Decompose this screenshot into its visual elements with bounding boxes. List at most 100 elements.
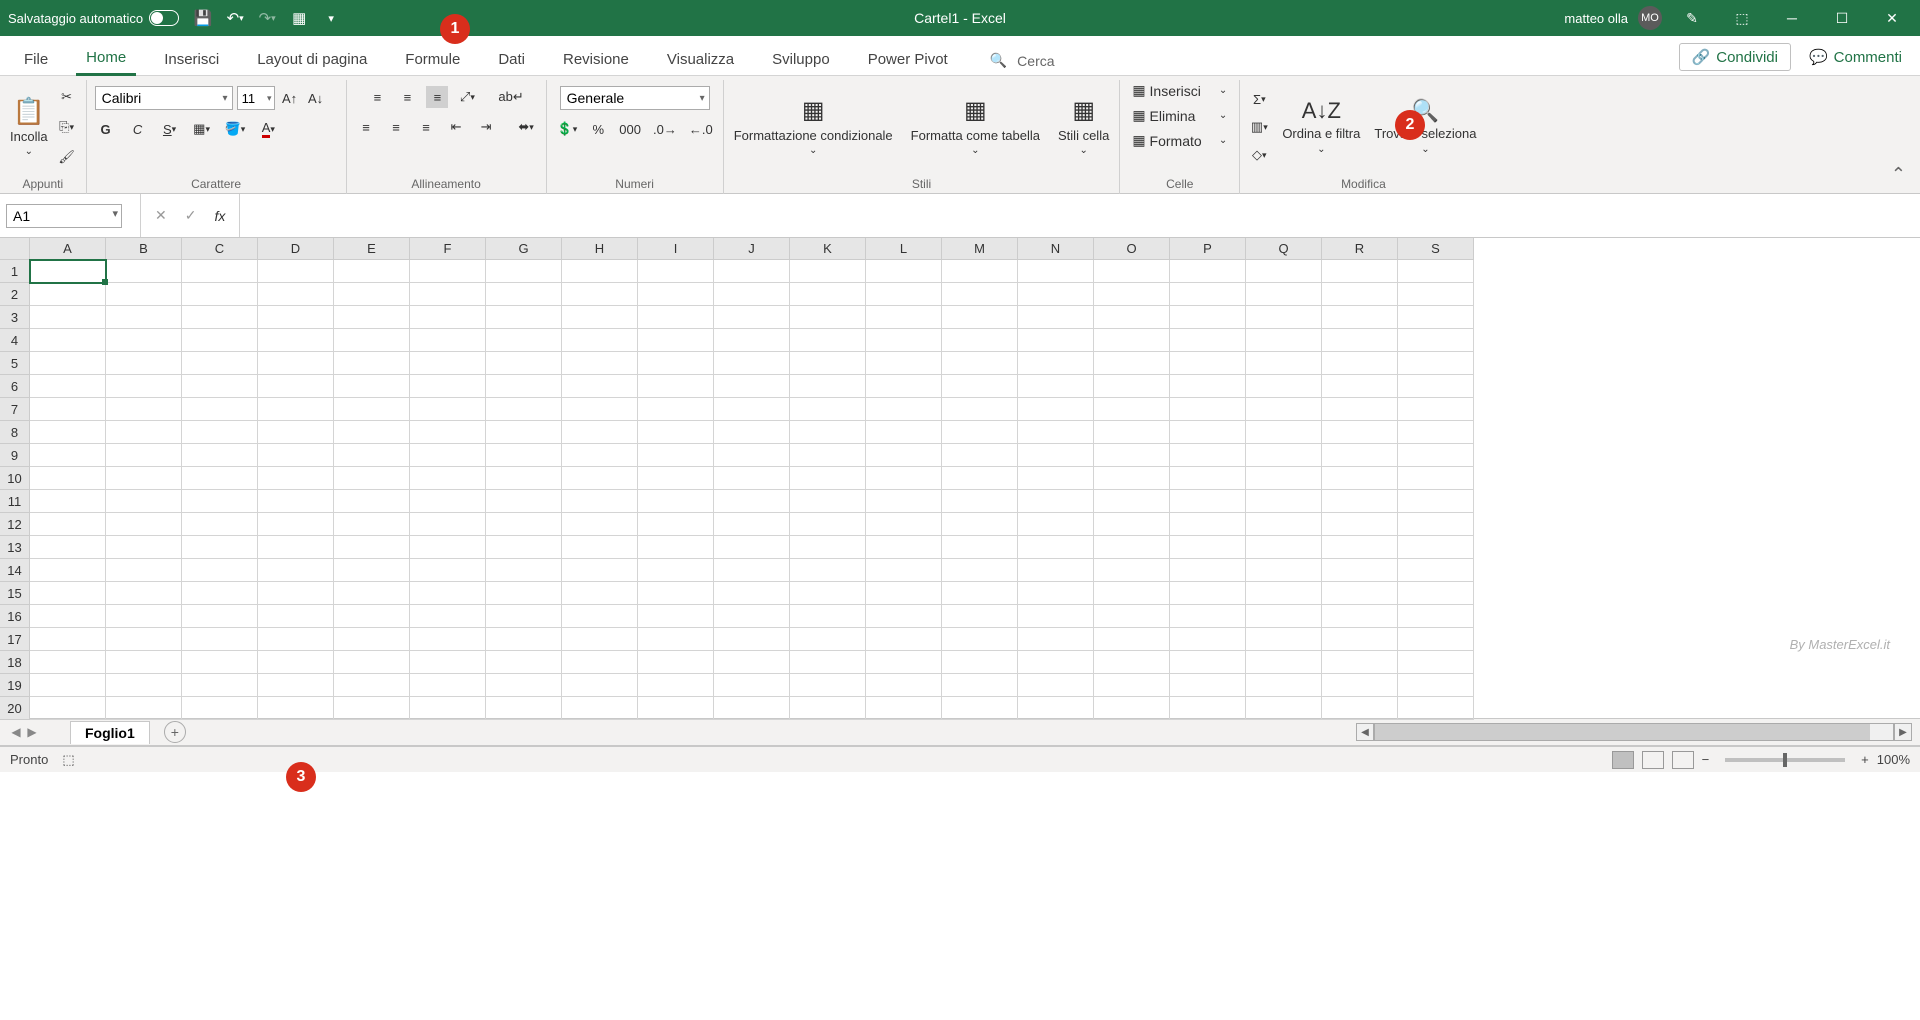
cell[interactable] (638, 651, 714, 674)
cell[interactable] (410, 467, 486, 490)
align-center-icon[interactable]: ≡ (385, 116, 407, 138)
cell[interactable] (30, 490, 106, 513)
cell[interactable] (334, 536, 410, 559)
qat-customize-icon[interactable]: ▾ (321, 8, 341, 28)
column-header[interactable]: Q (1246, 238, 1322, 260)
cell[interactable] (1170, 536, 1246, 559)
column-header[interactable]: E (334, 238, 410, 260)
cell[interactable] (486, 329, 562, 352)
cell[interactable] (1246, 513, 1322, 536)
cell[interactable] (638, 421, 714, 444)
cell[interactable] (182, 674, 258, 697)
cell[interactable] (562, 536, 638, 559)
cell[interactable] (410, 352, 486, 375)
cell[interactable] (1170, 582, 1246, 605)
decrease-indent-icon[interactable]: ⇤ (445, 116, 467, 138)
row-header[interactable]: 5 (0, 352, 30, 375)
cell[interactable] (410, 260, 486, 283)
cell[interactable] (410, 651, 486, 674)
cell[interactable] (334, 513, 410, 536)
cell[interactable] (1018, 697, 1094, 720)
currency-icon[interactable]: 💲▾ (555, 118, 580, 140)
cell[interactable] (1322, 375, 1398, 398)
cell[interactable] (1094, 559, 1170, 582)
cell[interactable] (942, 674, 1018, 697)
cell[interactable] (562, 283, 638, 306)
cancel-formula-icon[interactable]: ✕ (155, 207, 167, 224)
cell[interactable] (410, 697, 486, 720)
cell[interactable] (562, 444, 638, 467)
cell[interactable] (1246, 444, 1322, 467)
cell[interactable] (486, 513, 562, 536)
row-header[interactable]: 18 (0, 651, 30, 674)
cell[interactable] (106, 283, 182, 306)
cell[interactable] (334, 329, 410, 352)
cell[interactable] (106, 421, 182, 444)
touch-mode-icon[interactable]: ▦ (289, 8, 309, 28)
cell[interactable] (1246, 674, 1322, 697)
font-select[interactable]: Calibri (95, 86, 233, 110)
cell[interactable] (866, 467, 942, 490)
copy-icon[interactable]: ⎘▾ (56, 116, 78, 138)
pen-icon[interactable]: ✎ (1672, 4, 1712, 32)
cell[interactable] (1398, 536, 1474, 559)
zoom-level[interactable]: 100% (1877, 752, 1910, 767)
zoom-in-icon[interactable]: + (1861, 752, 1869, 767)
cell[interactable] (30, 283, 106, 306)
page-break-view-icon[interactable] (1672, 751, 1694, 769)
row-header[interactable]: 20 (0, 697, 30, 720)
cell[interactable] (1170, 490, 1246, 513)
cell[interactable] (1322, 559, 1398, 582)
cell[interactable] (410, 283, 486, 306)
cell[interactable] (1398, 697, 1474, 720)
cell[interactable] (30, 559, 106, 582)
delete-cells-button[interactable]: ▦Elimina⌄ (1128, 105, 1231, 126)
normal-view-icon[interactable] (1612, 751, 1634, 769)
cell[interactable] (866, 536, 942, 559)
cell[interactable] (1322, 490, 1398, 513)
macro-record-icon[interactable]: ⬚ (62, 752, 74, 768)
align-bottom-icon[interactable]: ≡ (426, 86, 448, 108)
cell[interactable] (1018, 490, 1094, 513)
cell[interactable] (182, 352, 258, 375)
cell[interactable] (30, 260, 106, 283)
cell[interactable] (334, 467, 410, 490)
cell[interactable] (790, 283, 866, 306)
cell[interactable] (1322, 421, 1398, 444)
cell[interactable] (1170, 260, 1246, 283)
cell[interactable] (410, 490, 486, 513)
cell[interactable] (714, 260, 790, 283)
cell[interactable] (562, 306, 638, 329)
cell[interactable] (410, 536, 486, 559)
column-header[interactable]: A (30, 238, 106, 260)
tab-dati[interactable]: Dati (488, 43, 535, 75)
cell[interactable] (1094, 398, 1170, 421)
cell[interactable] (1170, 605, 1246, 628)
cell[interactable] (334, 559, 410, 582)
column-header[interactable]: C (182, 238, 258, 260)
cell[interactable] (1398, 605, 1474, 628)
cell[interactable] (334, 651, 410, 674)
cell[interactable] (258, 559, 334, 582)
cell[interactable] (1170, 513, 1246, 536)
cell[interactable] (334, 375, 410, 398)
cell[interactable] (410, 421, 486, 444)
cell[interactable] (866, 352, 942, 375)
align-top-icon[interactable]: ≡ (366, 86, 388, 108)
cell[interactable] (1398, 283, 1474, 306)
cell[interactable] (410, 559, 486, 582)
cell[interactable] (1094, 582, 1170, 605)
horizontal-scrollbar[interactable] (1374, 723, 1894, 741)
cell[interactable] (486, 582, 562, 605)
cell[interactable] (182, 605, 258, 628)
cell[interactable] (1398, 329, 1474, 352)
cell[interactable] (182, 283, 258, 306)
cell[interactable] (1322, 582, 1398, 605)
cell[interactable] (258, 283, 334, 306)
cell[interactable] (1398, 398, 1474, 421)
cell[interactable] (1398, 513, 1474, 536)
cell[interactable] (942, 444, 1018, 467)
cell[interactable] (942, 260, 1018, 283)
cell[interactable] (714, 605, 790, 628)
cell[interactable] (866, 260, 942, 283)
